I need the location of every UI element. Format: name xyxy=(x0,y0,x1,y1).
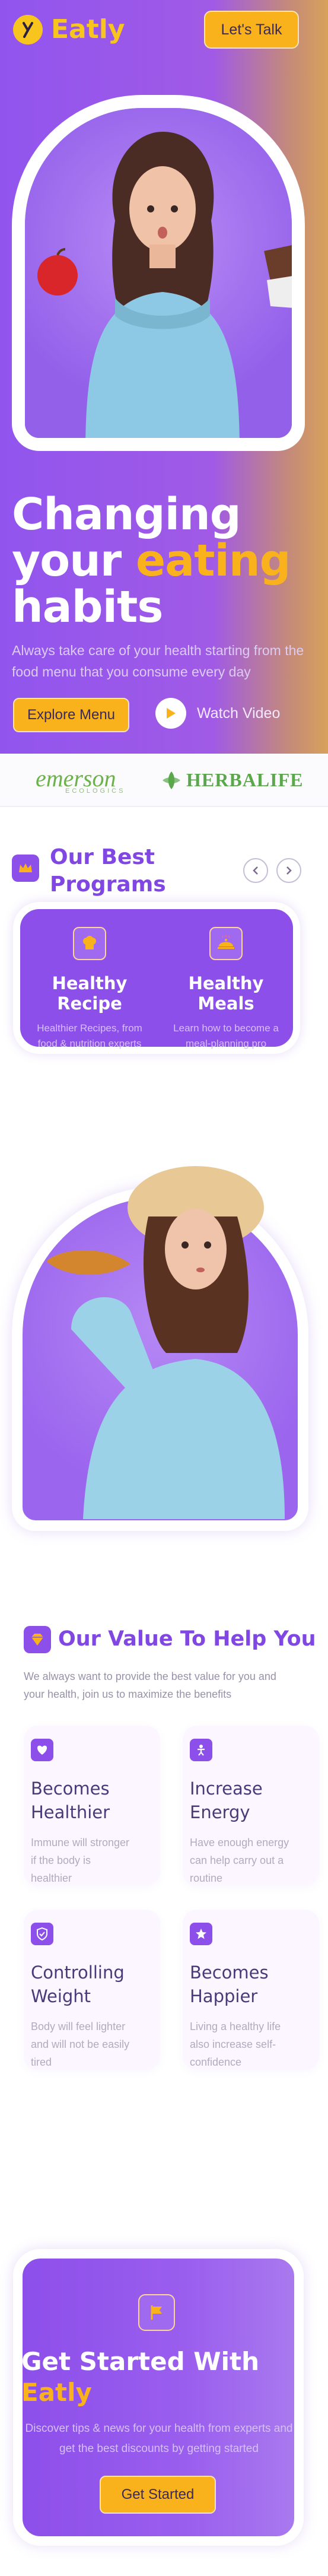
value-card-happier[interactable]: Becomes Happier Living a healthy life al… xyxy=(183,1910,319,2070)
shield-icon xyxy=(31,1923,53,1945)
flag-icon xyxy=(138,2294,175,2331)
get-started-card: Get Started With Eatly Discover tips & n… xyxy=(13,2249,304,2546)
value-title: Becomes Healthier xyxy=(31,1778,110,1822)
value-title: Becomes Happier xyxy=(190,1962,269,2006)
woman-with-croissant-illustration xyxy=(47,1166,285,1519)
explore-menu-button[interactable]: Explore Menu xyxy=(13,698,129,732)
watch-video-label: Watch Video xyxy=(197,704,281,722)
chef-hat-icon xyxy=(73,927,106,960)
value-title: Controlling Weight xyxy=(31,1962,125,2006)
star-icon xyxy=(190,1923,212,1945)
value-card-weight[interactable]: Controlling Weight Body will feel lighte… xyxy=(24,1910,160,2070)
get-started-accent: Eatly xyxy=(21,2378,92,2407)
hero-section: Eatly Let's Talk Changing your eating ha… xyxy=(0,0,328,754)
hero-headline: Changing your eating habits xyxy=(12,491,291,630)
programs-title: Our Best Programs xyxy=(50,845,166,897)
program-title: Healthy Recipe xyxy=(52,973,128,1014)
woman-illustration xyxy=(85,132,240,438)
brand-logo[interactable]: Eatly xyxy=(13,14,125,45)
get-started-button[interactable]: Get Started xyxy=(100,2476,216,2514)
value-card-healthier[interactable]: Becomes Healthier Immune will stronger i… xyxy=(24,1726,160,1886)
lets-talk-button[interactable]: Let's Talk xyxy=(204,11,299,49)
apple-icon xyxy=(37,248,78,296)
get-started-desc: Discover tips & news for your health fro… xyxy=(25,2422,293,2455)
herbalife-logo: HERBALIFE xyxy=(161,769,303,791)
crown-icon xyxy=(12,855,39,882)
values-section: Our Value To Help You We always want to … xyxy=(0,1626,328,2136)
program-healthy-meals[interactable]: Healthy Meals Learn how to become a meal… xyxy=(158,927,294,1052)
carousel-next-button[interactable] xyxy=(276,858,301,883)
program-desc: Healthier Recipes, from food & nutrition… xyxy=(37,1022,142,1049)
leaf-icon xyxy=(163,771,180,789)
watch-video-button[interactable]: Watch Video xyxy=(155,698,280,729)
emerson-logo: emerson ECOLOGICS xyxy=(36,765,126,795)
heart-icon xyxy=(31,1739,53,1761)
values-title: Our Value To Help You xyxy=(58,1627,316,1651)
top-bar: Eatly Let's Talk xyxy=(0,0,328,59)
headline-line-3: habits xyxy=(12,582,163,633)
partners-strip: emerson ECOLOGICS HERBALIFE xyxy=(0,754,328,807)
value-desc: Have enough energy can help carry out a … xyxy=(190,1837,289,1884)
play-icon xyxy=(155,698,186,729)
value-desc: Living a healthy life also increase self… xyxy=(190,2021,281,2068)
logo-icon xyxy=(13,14,43,45)
value-title: Increase Energy xyxy=(190,1778,263,1822)
portrait-image xyxy=(12,1166,308,1531)
value-desc: Immune will stronger if the body is heal… xyxy=(31,1837,130,1884)
diamond-icon xyxy=(24,1626,51,1653)
carousel-prev-button[interactable] xyxy=(243,858,268,883)
programs-section: Our Best Programs Healthy Recipe Healthi… xyxy=(0,807,328,1139)
hero-subtitle: Always take care of your health starting… xyxy=(12,643,304,679)
hero-image xyxy=(12,95,305,451)
chevron-right-icon xyxy=(286,866,292,875)
headline-line-2a: your xyxy=(12,535,136,586)
get-started-title: Get Started With Eatly xyxy=(21,2346,306,2408)
program-desc: Learn how to become a meal-planning pro xyxy=(173,1022,279,1049)
programs-card: Healthy Recipe Healthier Recipes, from f… xyxy=(13,902,300,1054)
chocolate-icon xyxy=(264,244,292,308)
headline-accent: eating xyxy=(136,535,291,586)
get-started-section: Get Started With Eatly Discover tips & n… xyxy=(0,2136,328,2576)
program-healthy-recipe[interactable]: Healthy Recipe Healthier Recipes, from f… xyxy=(21,927,158,1052)
person-icon xyxy=(190,1739,212,1761)
values-subtitle: We always want to provide the best value… xyxy=(24,1670,276,1700)
program-title: Healthy Meals xyxy=(188,973,264,1014)
brand-name: Eatly xyxy=(51,14,125,45)
headline-line-1: Changing xyxy=(12,489,241,540)
cloche-icon xyxy=(209,927,243,960)
value-desc: Body will feel lighter and will not be e… xyxy=(31,2021,130,2068)
value-card-energy[interactable]: Increase Energy Have enough energy can h… xyxy=(183,1726,319,1886)
chevron-left-icon xyxy=(253,866,258,875)
portrait-section xyxy=(0,1139,328,1626)
